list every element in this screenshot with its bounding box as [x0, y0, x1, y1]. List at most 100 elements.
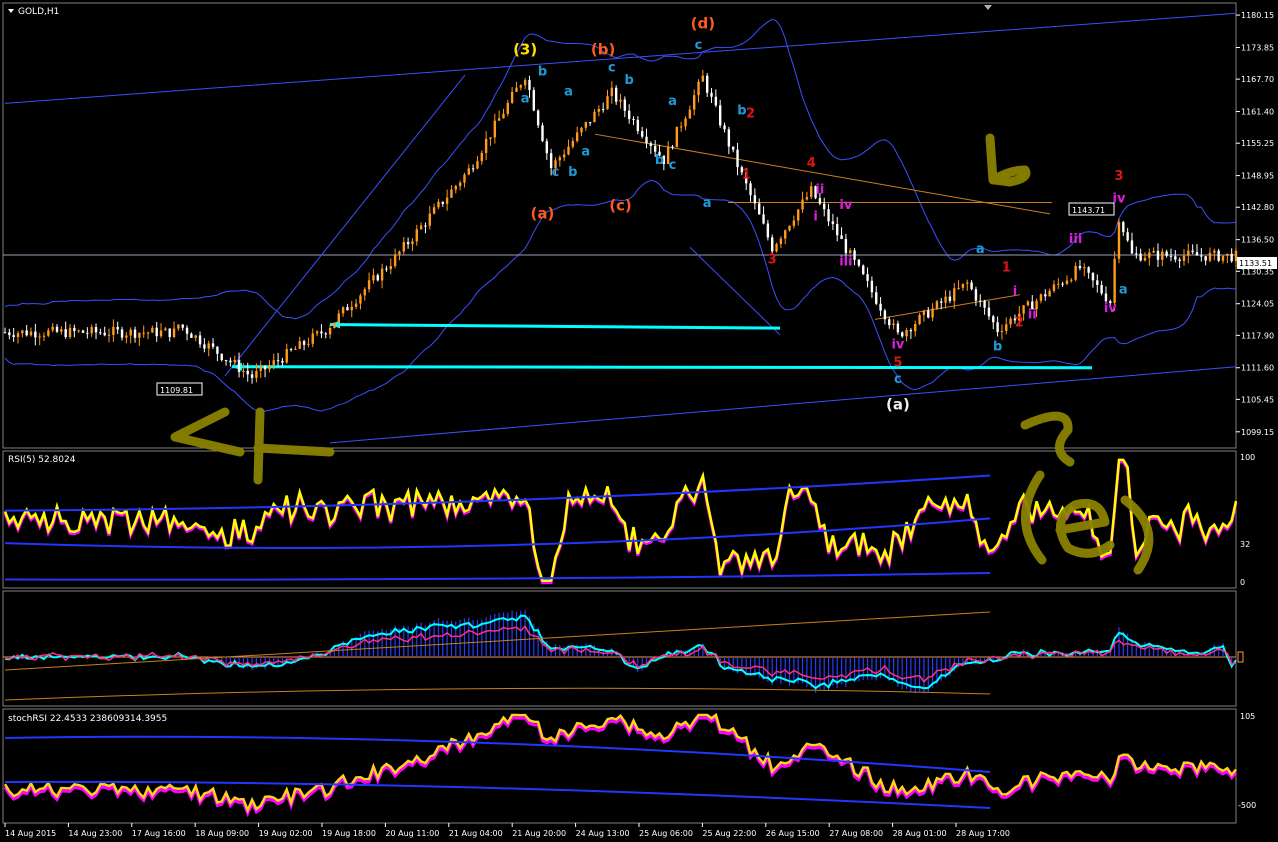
candle-body: [818, 198, 822, 204]
candle-body: [1191, 250, 1194, 253]
candle-body: [185, 327, 189, 334]
candle-body: [320, 331, 323, 334]
candle-body: [406, 242, 410, 245]
wave-label: a: [564, 85, 573, 100]
candle-body: [415, 229, 418, 242]
hand-mark-4-left: [170, 407, 245, 457]
candle-body: [736, 149, 739, 168]
candle-body: [42, 335, 46, 337]
symbol-title: GOLD,H1: [18, 7, 59, 17]
candle-body: [762, 214, 765, 224]
candle-body: [1052, 284, 1056, 291]
candle-body: [870, 280, 874, 293]
candle-body: [1091, 272, 1095, 281]
wave-label: iv: [1104, 301, 1117, 316]
price-panel-border: [2, 2, 1237, 449]
candle-body: [138, 332, 141, 338]
candle-body: [853, 250, 856, 260]
candle-body: [480, 152, 483, 162]
candle-body: [931, 308, 934, 318]
candle-body: [73, 327, 76, 332]
candle-body: [1234, 250, 1238, 262]
candle-body: [285, 349, 288, 363]
candle-body: [1174, 256, 1177, 260]
candle-body: [957, 287, 960, 289]
hand-mark-c: [1020, 411, 1075, 467]
candle-body: [164, 328, 167, 331]
xtick-label: 28 Aug 01:00: [893, 829, 947, 838]
ytick-label: 1136.50: [1241, 236, 1274, 245]
candle-body: [34, 331, 37, 338]
candle-body: [1126, 232, 1129, 241]
candle-body: [823, 203, 826, 210]
candle-body: [428, 213, 431, 226]
wave-label: iv: [891, 338, 904, 353]
wave-label: c: [608, 60, 616, 75]
hand-mark-paren-right: [1120, 495, 1154, 575]
candles: [3, 69, 1238, 384]
candle-body: [268, 365, 271, 370]
candle-body: [94, 327, 98, 333]
candle-body: [432, 207, 436, 214]
stoch-tick-105: 105: [1240, 712, 1255, 721]
candle-body: [1070, 279, 1073, 281]
candle-body: [1122, 222, 1125, 233]
wave-label: a: [976, 242, 985, 257]
candle-body: [463, 174, 466, 183]
rsi-mid-band: [4, 517, 991, 549]
candle-body: [207, 343, 210, 349]
candle-body: [879, 303, 882, 311]
candle-body: [1156, 250, 1160, 260]
candle-body: [289, 349, 293, 351]
stoch-tick-neg500: -500: [1238, 801, 1256, 810]
candle-body: [437, 201, 440, 208]
candle-body: [766, 223, 770, 238]
candle-body: [1117, 222, 1121, 259]
candle-body: [831, 221, 835, 225]
candle-body: [86, 332, 89, 334]
candle-body: [536, 110, 540, 126]
bollinger-bands: [4, 18, 1237, 412]
candle-body: [1087, 267, 1090, 273]
candle-body: [710, 92, 713, 97]
candle-body: [1165, 251, 1168, 256]
candle-body: [484, 138, 488, 153]
candle-body: [350, 306, 353, 311]
candle-body: [1100, 285, 1103, 294]
wave-label: b: [538, 65, 547, 80]
candle-body: [216, 346, 219, 354]
candle-body: [255, 370, 258, 378]
wave-label: 4: [807, 156, 816, 171]
candle-body: [133, 329, 137, 338]
ytick-label: 1155.25: [1241, 139, 1274, 148]
candle-body: [315, 331, 319, 334]
candle-body: [142, 332, 145, 334]
candle-body: [562, 154, 566, 158]
low-label: 1109.81: [160, 386, 193, 395]
candle-body: [1044, 294, 1047, 297]
macd-histogram: [8, 610, 1237, 694]
candle-body: [263, 365, 267, 370]
wave-label: i: [1013, 285, 1017, 300]
candle-body: [792, 220, 796, 226]
dropdown-triangle-icon[interactable]: [8, 9, 14, 13]
candle-body: [901, 332, 904, 337]
candle-body: [519, 85, 523, 88]
candle-body: [523, 80, 527, 86]
candle-body: [649, 143, 653, 147]
candle-body: [675, 126, 679, 148]
candle-body: [1182, 255, 1186, 261]
falling-trend-line: [594, 133, 1051, 215]
candle-body: [974, 289, 978, 301]
candle-body: [597, 109, 601, 112]
candle-body: [567, 146, 570, 155]
candle-body: [1022, 305, 1025, 314]
candle-body: [324, 333, 327, 335]
candle-body: [172, 328, 176, 337]
candle-body: [68, 327, 72, 338]
candle-body: [47, 330, 50, 336]
candle-body: [918, 314, 921, 324]
candle-body: [840, 235, 843, 240]
chart-shift-icon[interactable]: [984, 5, 992, 10]
candle-body: [1078, 265, 1082, 269]
